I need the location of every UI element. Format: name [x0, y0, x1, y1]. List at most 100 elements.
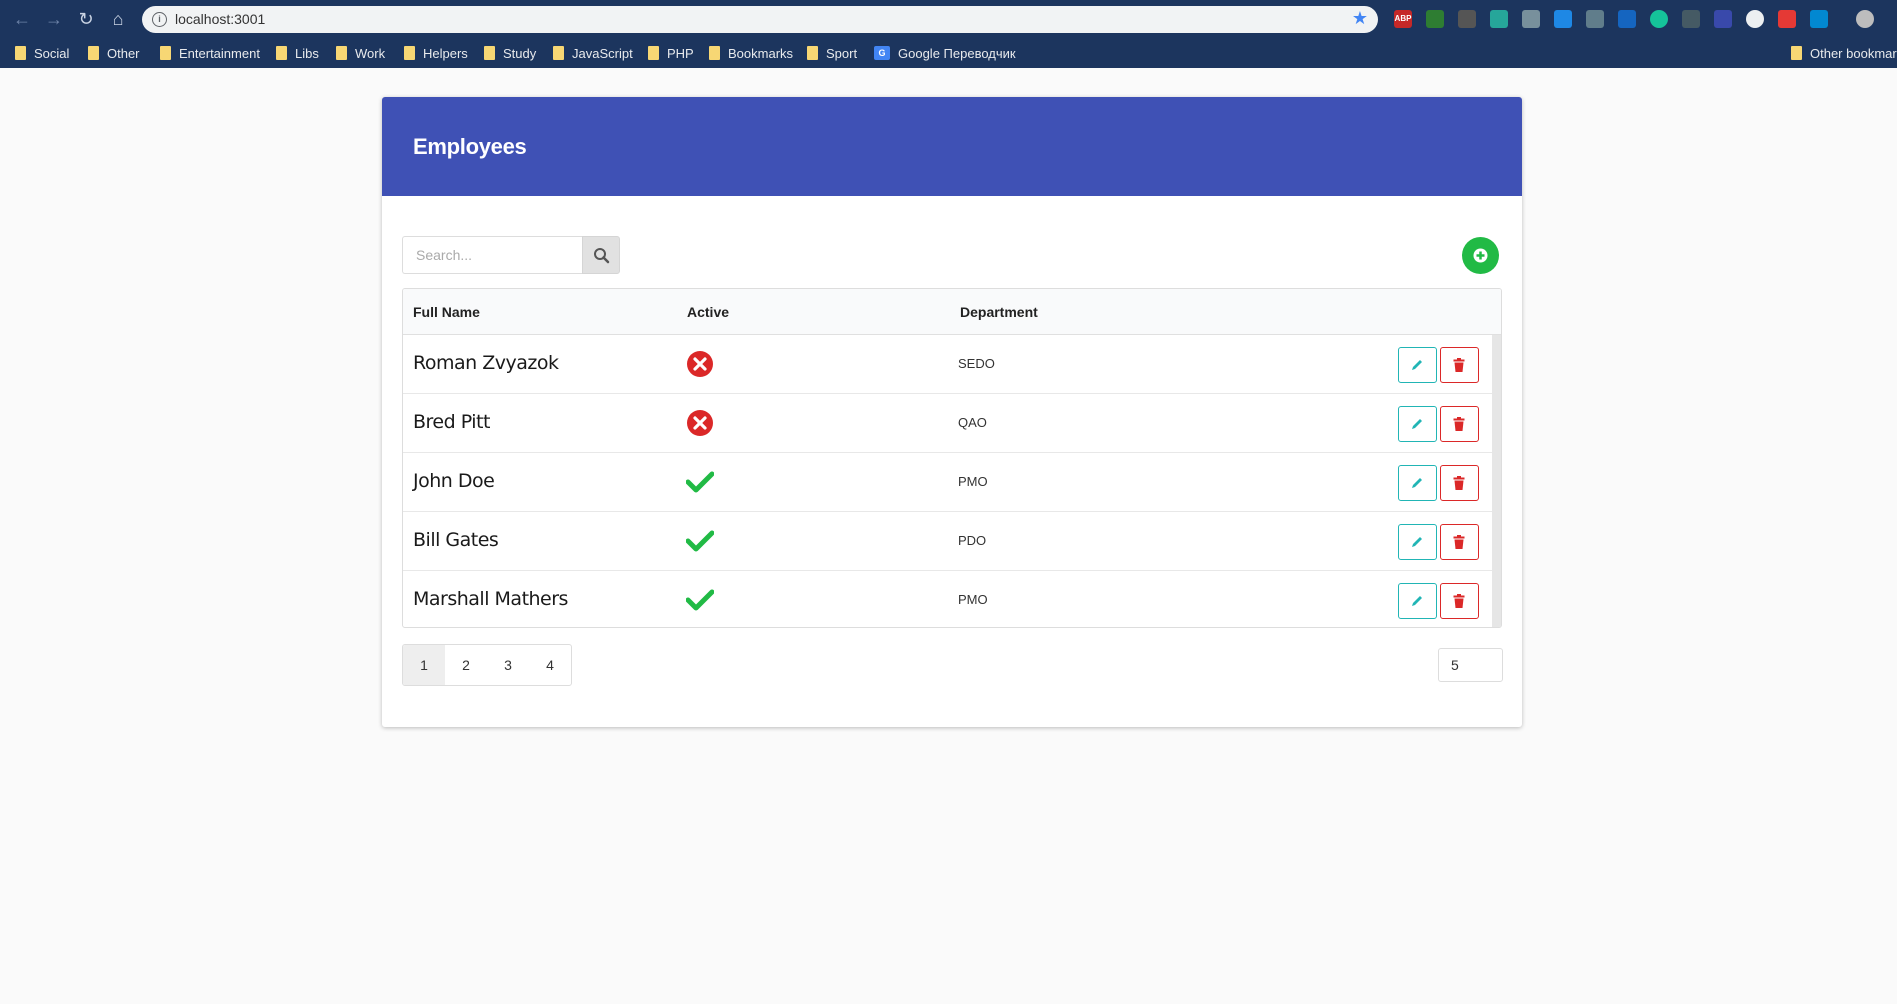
employee-department: QAO [958, 415, 987, 430]
pencil-icon [1412, 537, 1422, 547]
employees-table: Full Name Active Department Roman Zvyazo… [402, 288, 1502, 628]
pencil-icon [1412, 360, 1422, 370]
google-translate-icon: G [874, 46, 890, 60]
page-link-1[interactable]: 1 [403, 645, 445, 685]
edit-button[interactable] [1398, 465, 1437, 501]
bookmarks-bar: Social Other Entertainment Libs Work Hel… [0, 38, 1897, 68]
extension-icon[interactable] [1458, 10, 1476, 28]
extension-icon[interactable] [1554, 10, 1572, 28]
adblock-extension-icon[interactable]: ABP [1394, 10, 1412, 28]
extension-icon[interactable] [1618, 10, 1636, 28]
extension-icon[interactable] [1810, 10, 1828, 28]
bookmark-folder[interactable]: PHP [648, 43, 694, 63]
extension-icon[interactable] [1522, 10, 1540, 28]
card-header: Employees [382, 97, 1522, 196]
delete-button[interactable] [1440, 406, 1479, 442]
forward-icon[interactable]: → [42, 7, 66, 31]
extension-icon[interactable] [1490, 10, 1508, 28]
page-link-4[interactable]: 4 [529, 645, 571, 685]
other-bookmarks[interactable]: Other bookmarks [1791, 43, 1897, 63]
trash-icon [1453, 535, 1465, 549]
browser-toolbar: ← → ↻ ⌂ i localhost:3001 ★ ABP [0, 0, 1897, 38]
employee-name: John Doe [413, 470, 495, 492]
table-header: Full Name Active Department [403, 289, 1501, 335]
trash-icon [1453, 417, 1465, 431]
grammarly-icon[interactable] [1650, 10, 1668, 28]
active-status [685, 468, 715, 496]
table-row: John Doe PMO [403, 453, 1492, 512]
address-bar[interactable]: i localhost:3001 ★ [142, 6, 1378, 33]
bookmark-folder[interactable]: Study [484, 43, 536, 63]
bookmark-folder[interactable]: Helpers [404, 43, 468, 63]
delete-button[interactable] [1440, 465, 1479, 501]
folder-icon [160, 46, 171, 60]
folder-icon [15, 46, 26, 60]
extension-icon[interactable] [1746, 10, 1764, 28]
trash-icon [1453, 594, 1465, 608]
active-status [685, 586, 715, 614]
table-row: Roman Zvyazok SEDO [403, 335, 1492, 394]
extension-icon[interactable] [1426, 10, 1444, 28]
search-input[interactable]: Search... [402, 236, 582, 274]
column-header-active[interactable]: Active [687, 304, 729, 320]
extension-icon[interactable] [1586, 10, 1604, 28]
bookmark-folder[interactable]: Other [88, 43, 140, 63]
table-row: Marshall Mathers PMO [403, 571, 1492, 627]
employee-name: Bill Gates [413, 529, 499, 551]
column-header-full-name[interactable]: Full Name [413, 304, 480, 320]
url-text: localhost:3001 [175, 11, 266, 27]
active-status [686, 350, 714, 378]
reload-icon[interactable]: ↻ [74, 7, 98, 31]
edit-button[interactable] [1398, 524, 1437, 560]
delete-button[interactable] [1440, 583, 1479, 619]
table-row: Bred Pitt QAO [403, 394, 1492, 453]
add-employee-button[interactable] [1462, 237, 1499, 274]
extension-icon[interactable] [1778, 10, 1796, 28]
info-icon[interactable]: i [152, 12, 167, 27]
plus-circle-icon [1473, 248, 1488, 263]
employees-card: Employees Search... Full Name Active Dep… [382, 97, 1522, 727]
table-scrollbar[interactable] [1492, 335, 1501, 627]
edit-button[interactable] [1398, 347, 1437, 383]
bookmark-folder[interactable]: Social [15, 43, 69, 63]
bookmark-folder[interactable]: Sport [807, 43, 857, 63]
column-header-department[interactable]: Department [960, 304, 1038, 320]
employee-name: Roman Zvyazok [413, 352, 559, 374]
trash-icon [1453, 476, 1465, 490]
page-link-2[interactable]: 2 [445, 645, 487, 685]
employee-name: Bred Pitt [413, 411, 490, 433]
pagination: 1234 [402, 644, 572, 686]
pencil-icon [1412, 596, 1422, 606]
check-icon [685, 530, 715, 552]
times-circle-icon [687, 351, 713, 377]
extension-icon[interactable] [1714, 10, 1732, 28]
times-circle-icon [687, 410, 713, 436]
bookmark-folder[interactable]: Libs [276, 43, 319, 63]
back-icon[interactable]: ← [10, 7, 34, 31]
check-icon [685, 471, 715, 493]
delete-button[interactable] [1440, 524, 1479, 560]
page-link-3[interactable]: 3 [487, 645, 529, 685]
folder-icon [709, 46, 720, 60]
delete-button[interactable] [1440, 347, 1479, 383]
home-icon[interactable]: ⌂ [106, 7, 130, 31]
pencil-icon [1412, 419, 1422, 429]
profile-avatar[interactable] [1856, 10, 1874, 28]
bookmark-folder[interactable]: Bookmarks [709, 43, 793, 63]
search-button[interactable] [582, 236, 620, 274]
edit-button[interactable] [1398, 583, 1437, 619]
bookmark-star-icon[interactable]: ★ [1352, 8, 1368, 29]
page-title: Employees [413, 134, 527, 159]
table-row: Bill Gates PDO [403, 512, 1492, 571]
bookmark-folder[interactable]: Entertainment [160, 43, 260, 63]
pencil-icon [1412, 478, 1422, 488]
page-size-input[interactable]: 5 [1438, 648, 1503, 682]
bookmark-link[interactable]: G Google Переводчик [874, 43, 1016, 63]
browser-chrome: ← → ↻ ⌂ i localhost:3001 ★ ABP Social Ot… [0, 0, 1897, 68]
bookmark-folder[interactable]: JavaScript [553, 43, 633, 63]
folder-icon [336, 46, 347, 60]
extension-icon[interactable] [1682, 10, 1700, 28]
edit-button[interactable] [1398, 406, 1437, 442]
bookmark-folder[interactable]: Work [336, 43, 385, 63]
employee-department: PMO [958, 592, 988, 607]
